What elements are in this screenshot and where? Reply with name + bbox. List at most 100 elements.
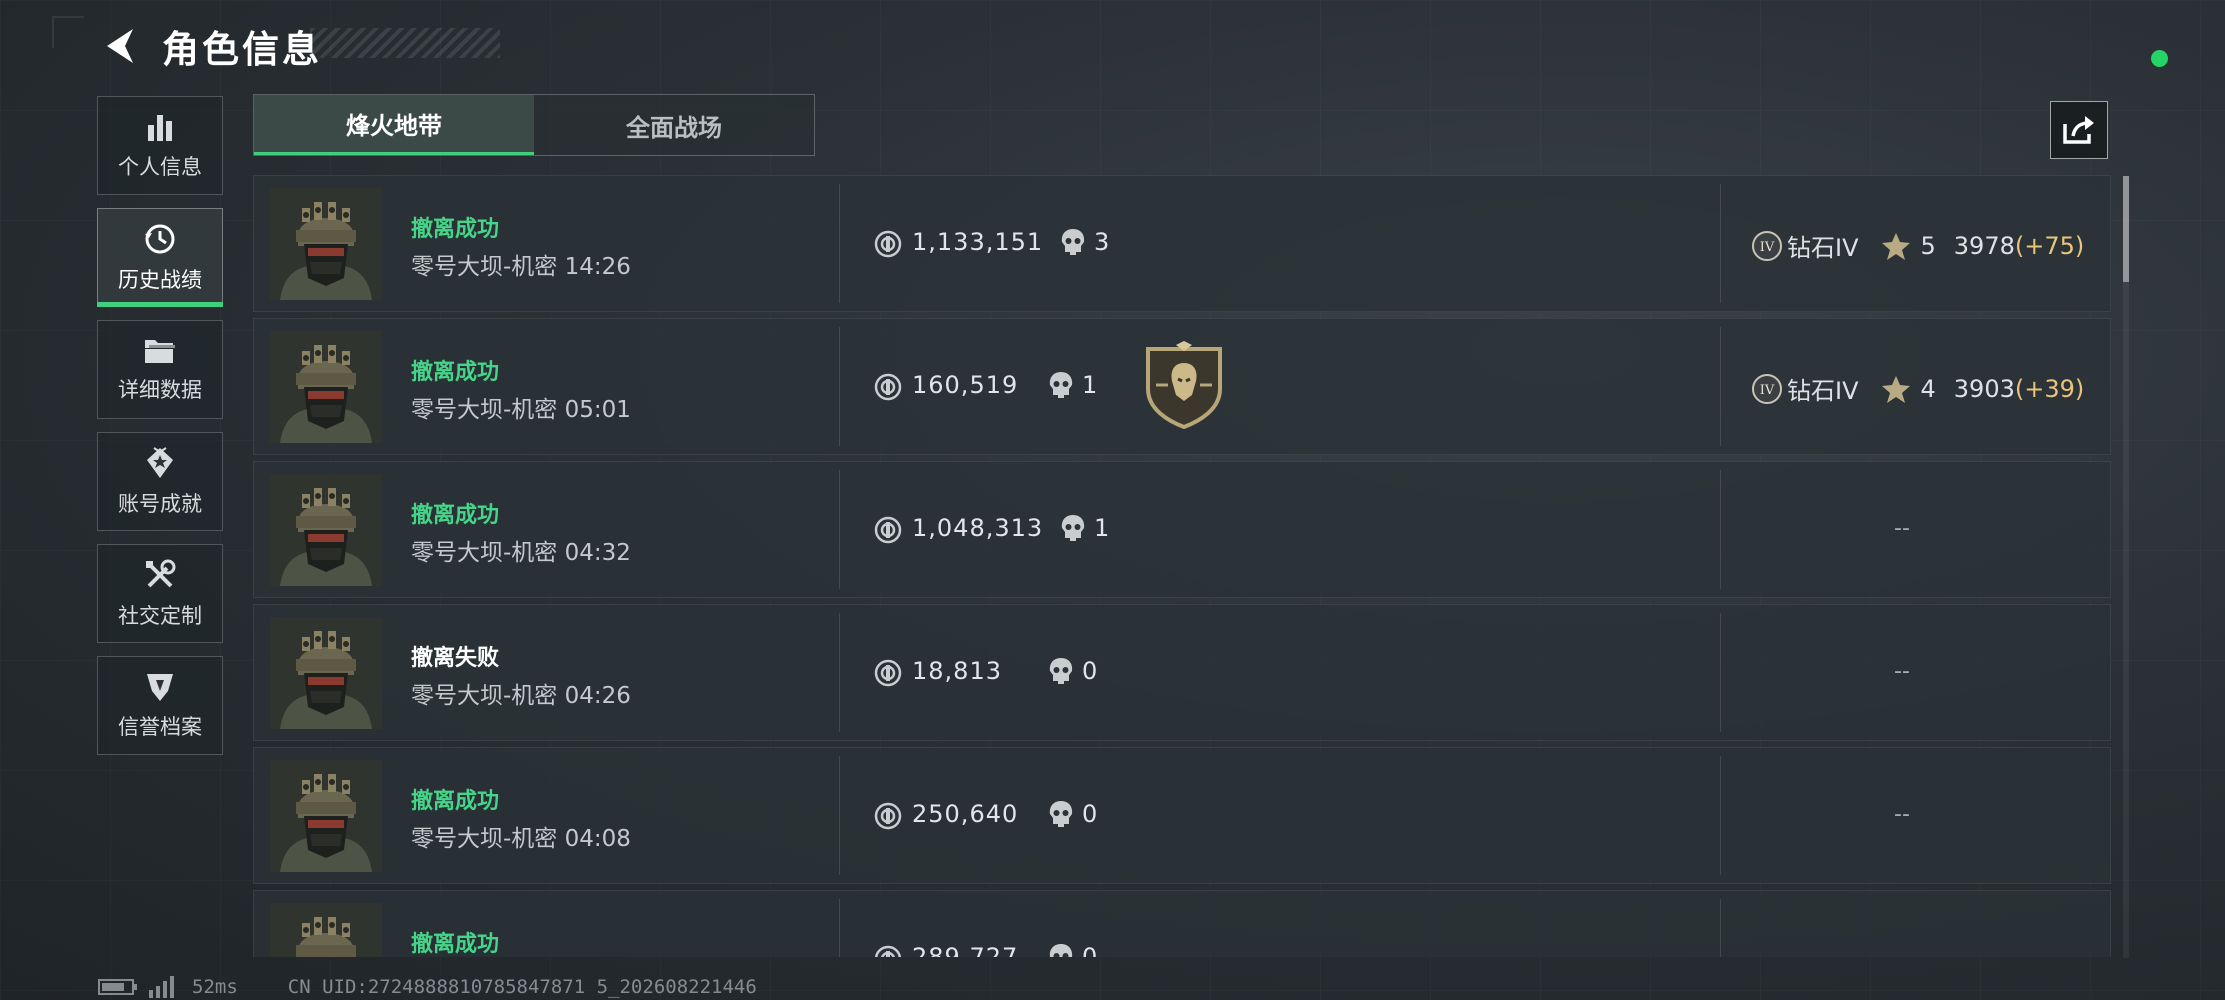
uid-text: CN UID:2724888810785847871 5_20260822144… xyxy=(287,976,757,998)
back-button[interactable] xyxy=(98,21,140,71)
status-footer: 52ms CN UID:2724888810785847871 5_202608… xyxy=(98,976,757,998)
map-and-duration: 零号大坝-机密 05:01 xyxy=(411,390,631,424)
star-icon xyxy=(1881,375,1910,403)
extraction-status: 撤离失败 xyxy=(411,646,500,671)
operator-avatar xyxy=(270,617,382,729)
scrollbar-thumb[interactable] xyxy=(2123,176,2129,282)
share-button[interactable] xyxy=(2050,101,2108,159)
operator-avatar-image xyxy=(270,474,382,586)
rank-empty: -- xyxy=(1894,516,1910,541)
column-divider xyxy=(1720,899,1721,957)
sidebar-item-label: 个人信息 xyxy=(118,154,202,179)
operator-avatar xyxy=(270,188,382,300)
skull-icon xyxy=(1049,801,1073,827)
sidebar-item-label: 历史战绩 xyxy=(118,267,202,292)
back-arrow-icon xyxy=(107,29,133,63)
map-and-duration: 零号大坝-机密 04:08 xyxy=(411,819,631,853)
column-divider xyxy=(839,470,840,589)
coin-icon xyxy=(874,945,902,957)
battery-icon xyxy=(98,979,137,995)
coin-icon xyxy=(874,230,902,258)
coin-icon xyxy=(874,373,902,401)
page-header: 角色信息 xyxy=(98,18,322,74)
mvp-badge-icon xyxy=(1146,341,1222,429)
sidebar-item-social[interactable]: 社交定制 xyxy=(97,544,223,643)
column-divider xyxy=(839,613,840,732)
star-icon xyxy=(1881,232,1910,260)
map-name: 零号大坝-机密 xyxy=(411,397,558,423)
map-name: 零号大坝-机密 xyxy=(411,826,558,852)
operator-avatar xyxy=(270,474,382,586)
skull-icon xyxy=(1061,515,1085,541)
extraction-status: 撤离成功 xyxy=(411,217,500,242)
achievement-icon xyxy=(147,446,173,478)
sidebar-item-personal-info[interactable]: 个人信息 xyxy=(97,96,223,195)
kill-count: 1 xyxy=(1082,371,1098,399)
tab-full-battlefield[interactable]: 全面战场 xyxy=(534,95,814,155)
operator-avatar-image xyxy=(270,903,382,957)
kill-count: 0 xyxy=(1082,657,1098,685)
map-name: 零号大坝-机密 xyxy=(411,540,558,566)
map-and-duration: 零号大坝-机密 04:26 xyxy=(411,676,631,710)
kill-count: 1 xyxy=(1094,514,1110,542)
sidebar-item-credit[interactable]: 信誉档案 xyxy=(97,656,223,755)
extraction-status: 撤离成功 xyxy=(411,789,500,814)
column-divider xyxy=(1720,613,1721,732)
sidebar-item-details[interactable]: 详细数据 xyxy=(97,320,223,419)
rank-info: IV 钻石IV 4 3903 (+39) xyxy=(1751,371,2084,406)
column-divider xyxy=(1720,470,1721,589)
sidebar-item-label: 社交定制 xyxy=(118,603,202,628)
column-divider xyxy=(1720,184,1721,303)
match-row[interactable]: 撤离成功 零号大坝-机密 04:32 1,048,313 1 -- xyxy=(253,461,2111,598)
match-row[interactable]: 撤离成功 零号大坝-机密 04:08 250,640 0 -- xyxy=(253,747,2111,884)
tools-icon xyxy=(146,559,176,587)
kill-count: 0 xyxy=(1082,800,1098,828)
kill-count: 3 xyxy=(1094,228,1110,256)
share-icon xyxy=(2063,116,2094,144)
star-count: 4 xyxy=(1920,374,1936,403)
coin-icon xyxy=(874,802,902,830)
svg-text:IV: IV xyxy=(1760,240,1775,255)
rank-badge-icon: IV xyxy=(1752,230,1782,261)
coin-icon xyxy=(874,659,902,687)
tab-hazard-zone[interactable]: 烽火地带 xyxy=(254,95,534,155)
map-and-duration: 零号大坝-机密 04:32 xyxy=(411,533,631,567)
match-row[interactable]: 撤离成功 零号大坝-机密 05:01 160,519 1 IV 钻石IV 4 3… xyxy=(253,318,2111,455)
list-scrollbar[interactable] xyxy=(2123,176,2129,958)
extraction-status: 撤离成功 xyxy=(411,360,500,385)
rank-name: 钻石IV xyxy=(1787,377,1859,405)
match-row[interactable]: 撤离失败 零号大坝-机密 04:26 18,813 0 -- xyxy=(253,604,2111,741)
match-row[interactable]: 撤离成功 零号大坝-机密 14:26 1,133,151 3 IV 钻石IV 5… xyxy=(253,175,2111,312)
rank-score: 3978 xyxy=(1953,231,2015,260)
match-row[interactable]: 撤离成功 289,727 0 xyxy=(253,890,2111,957)
frame-corner xyxy=(52,16,84,48)
skull-icon xyxy=(1049,944,1073,957)
skull-icon xyxy=(1061,229,1085,255)
credit-icon xyxy=(147,673,173,701)
match-history-list: 撤离成功 零号大坝-机密 14:26 1,133,151 3 IV 钻石IV 5… xyxy=(253,175,2111,957)
score-delta: (+75) xyxy=(2014,231,2085,260)
column-divider xyxy=(839,899,840,957)
loot-value: 1,048,313 xyxy=(912,514,1044,542)
loot-value: 18,813 xyxy=(912,657,1002,685)
skull-icon xyxy=(1049,372,1073,398)
title-decoration xyxy=(310,28,500,58)
loot-value: 160,519 xyxy=(912,371,1019,399)
skull-icon xyxy=(1049,658,1073,684)
column-divider xyxy=(839,184,840,303)
rank-name: 钻石IV xyxy=(1787,234,1859,262)
map-name: 零号大坝-机密 xyxy=(411,254,558,280)
rank-info: IV 钻石IV 5 3978 (+75) xyxy=(1751,228,2084,263)
operator-avatar-image xyxy=(270,331,382,443)
rank-badge-icon: IV xyxy=(1752,373,1782,404)
ping-text: 52ms xyxy=(192,976,238,998)
sidebar-item-history[interactable]: 历史战绩 xyxy=(97,208,223,307)
rank-empty: -- xyxy=(1894,802,1910,827)
loot-value: 289,727 xyxy=(912,943,1019,957)
sidebar-item-achievements[interactable]: 账号成就 xyxy=(97,432,223,531)
bar-chart-icon xyxy=(148,114,172,141)
extraction-status: 撤离成功 xyxy=(411,932,500,957)
operator-avatar-image xyxy=(270,617,382,729)
online-status-dot xyxy=(2151,50,2168,67)
rank-empty: -- xyxy=(1894,659,1910,684)
